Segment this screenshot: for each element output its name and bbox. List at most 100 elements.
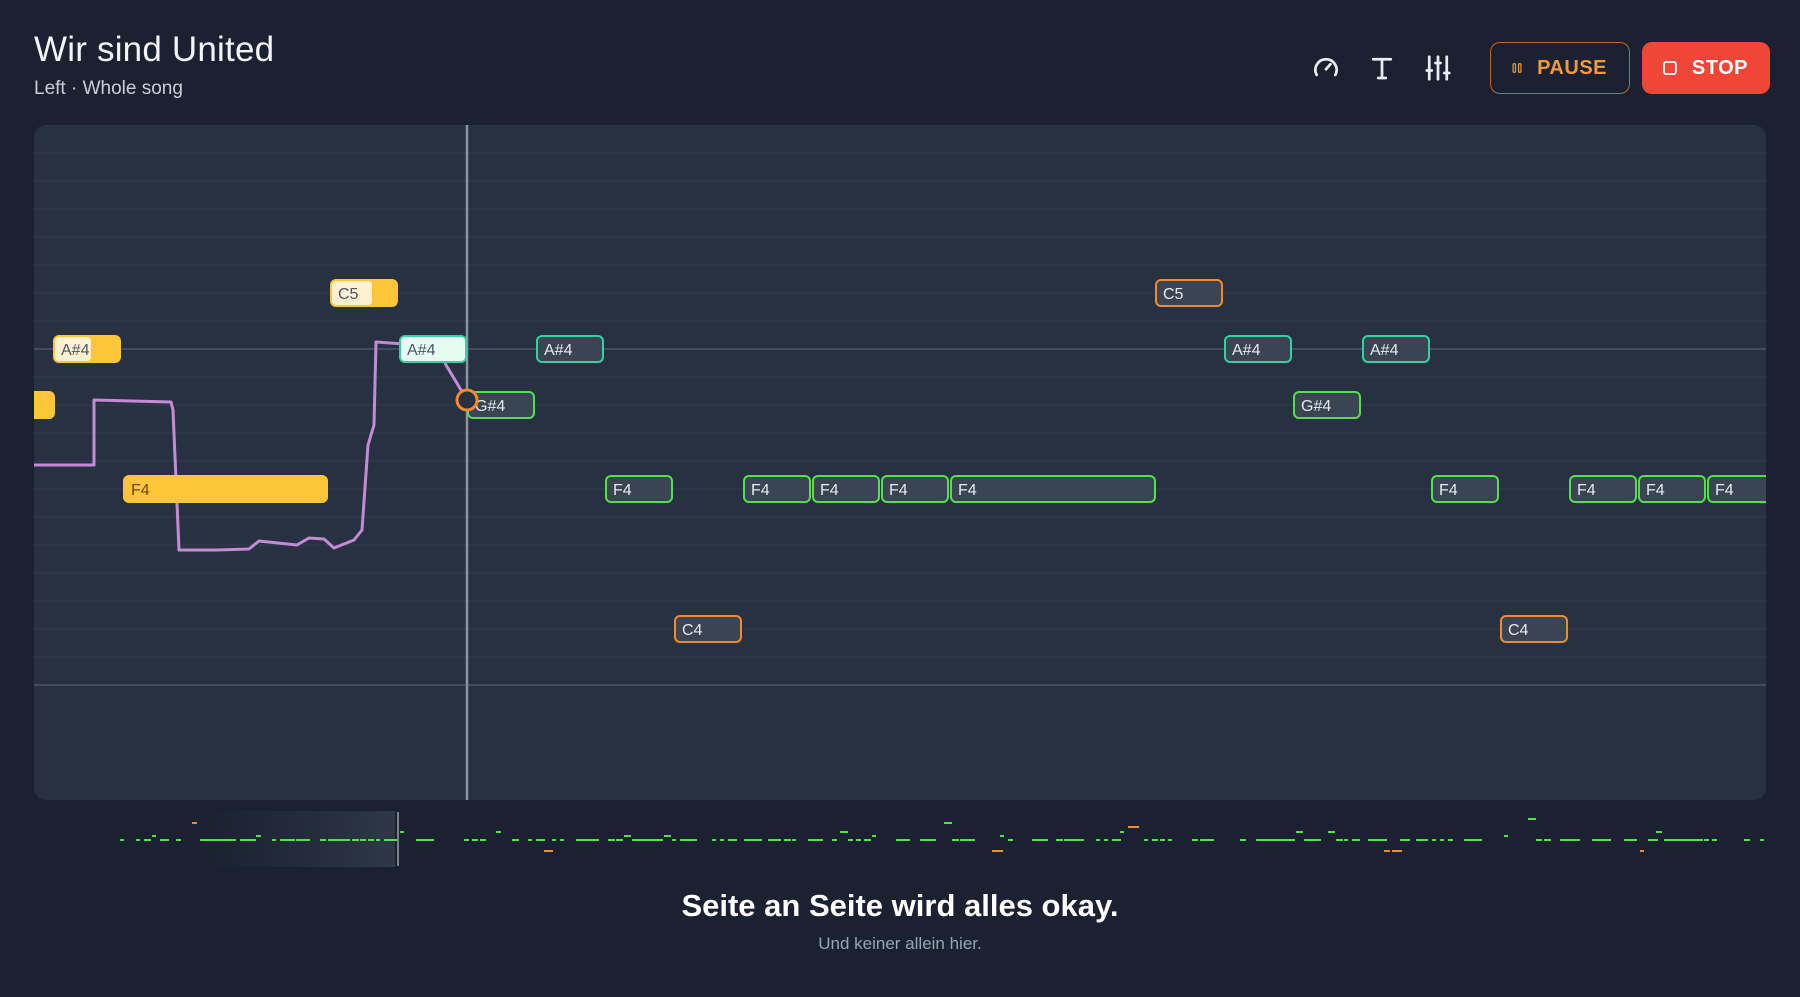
stop-button[interactable]: STOP [1642, 42, 1770, 94]
overview-note [1376, 839, 1387, 841]
overview-note [1544, 839, 1551, 841]
overview-note [808, 839, 816, 841]
note-upcoming: F4 [812, 475, 880, 503]
overview-note [352, 839, 359, 841]
overview-note [1648, 839, 1658, 841]
overview-note [1144, 839, 1148, 841]
overview-note [944, 822, 952, 824]
overview-note [784, 839, 791, 841]
overview-note [136, 839, 140, 841]
pause-label: PAUSE [1537, 56, 1607, 79]
overview-note [1072, 839, 1080, 841]
overview-note [1680, 839, 1689, 841]
overview-note [1120, 831, 1124, 833]
overview-note [152, 835, 156, 837]
overview-note [1504, 835, 1508, 837]
overview-note [1600, 839, 1611, 841]
lyric-next-line: Und keiner allein hier. [818, 934, 982, 953]
overview-note [616, 839, 623, 841]
note-upcoming: C5 [1155, 279, 1223, 307]
overview-note [1448, 839, 1453, 841]
overview-note [336, 839, 345, 841]
note-label: F4 [1577, 482, 1596, 499]
note-upcoming: F4 [950, 475, 1156, 503]
sliders-icon[interactable] [1420, 50, 1456, 86]
stop-icon [1663, 61, 1677, 75]
overview-note [216, 839, 224, 841]
pause-button[interactable]: PAUSE [1490, 42, 1630, 94]
overview-note [728, 839, 737, 841]
overview-note [752, 839, 762, 841]
overview-note [1096, 839, 1100, 841]
overview-note [1632, 839, 1637, 841]
overview-note [272, 839, 276, 841]
overview-note [1536, 839, 1542, 841]
overview-note [608, 839, 615, 841]
note-block [123, 475, 328, 503]
overview-note [1328, 831, 1335, 833]
overview-note [512, 839, 519, 841]
overview-note [464, 839, 469, 841]
song-overview[interactable] [120, 808, 1766, 868]
note-label: F4 [820, 482, 839, 499]
note-label: A#4 [1370, 342, 1399, 359]
pause-icon [1512, 63, 1522, 73]
overview-note [144, 839, 151, 841]
overview-note [864, 839, 871, 841]
overview-note [1160, 839, 1165, 841]
note-label: C4 [682, 622, 703, 639]
overview-note [544, 850, 553, 852]
overview-note [968, 839, 975, 841]
overview-note [928, 839, 936, 841]
overview-note [792, 839, 796, 841]
overview-note [1368, 839, 1377, 841]
overview-note [1336, 839, 1343, 841]
overview-note [536, 839, 545, 841]
overview-note [1312, 839, 1321, 841]
overview-note [584, 839, 592, 841]
overview-note [1064, 839, 1072, 841]
note-upcoming: A#4 [536, 335, 604, 363]
note-upcoming: F4 [1707, 475, 1766, 503]
note-upcoming: F4 [1569, 475, 1637, 503]
overview-note [840, 831, 848, 833]
overview-note [832, 839, 837, 841]
gauge-icon[interactable] [1308, 50, 1344, 86]
overview-note [872, 835, 876, 837]
overview-note [1712, 839, 1717, 841]
note-block [950, 475, 1156, 503]
overview-note [1528, 818, 1536, 820]
overview-note [1472, 839, 1482, 841]
overview-note [1240, 839, 1246, 841]
overview-note [1416, 839, 1424, 841]
overview-note [392, 839, 397, 841]
note-label: A#4 [544, 342, 573, 359]
overview-note [1704, 839, 1709, 841]
note-label: F4 [1715, 482, 1734, 499]
overview-note [1040, 839, 1048, 841]
overview-note [120, 839, 124, 841]
overview-note [376, 839, 380, 841]
overview-note [1656, 831, 1662, 833]
overview-note [304, 839, 310, 841]
overview-note [1192, 839, 1198, 841]
overview-note [816, 839, 823, 841]
overview-note [360, 839, 366, 841]
overview-note [1392, 850, 1402, 852]
overview-note [480, 839, 486, 841]
note-label: F4 [751, 482, 770, 499]
song-subtitle: Left · Whole song [34, 78, 183, 99]
text-icon[interactable] [1364, 50, 1400, 86]
note-label: F4 [613, 482, 632, 499]
note-played [34, 391, 55, 419]
overview-note [1384, 850, 1390, 852]
overview-note [1352, 839, 1360, 841]
note-block [34, 391, 55, 419]
overview-note [344, 839, 350, 841]
note-label: A#4 [1232, 342, 1261, 359]
piano-roll[interactable]: A#4A#4F4C5C5A#4G#4A#4F4C4F4F4F4F4C5A#4G#… [34, 125, 1766, 800]
piano-roll-canvas: A#4A#4F4C5C5A#4G#4A#4F4C4F4F4F4F4C5A#4G#… [34, 125, 1766, 800]
overview-note [992, 850, 1003, 852]
overview-note [552, 839, 556, 841]
song-title: Wir sind United [34, 30, 275, 69]
